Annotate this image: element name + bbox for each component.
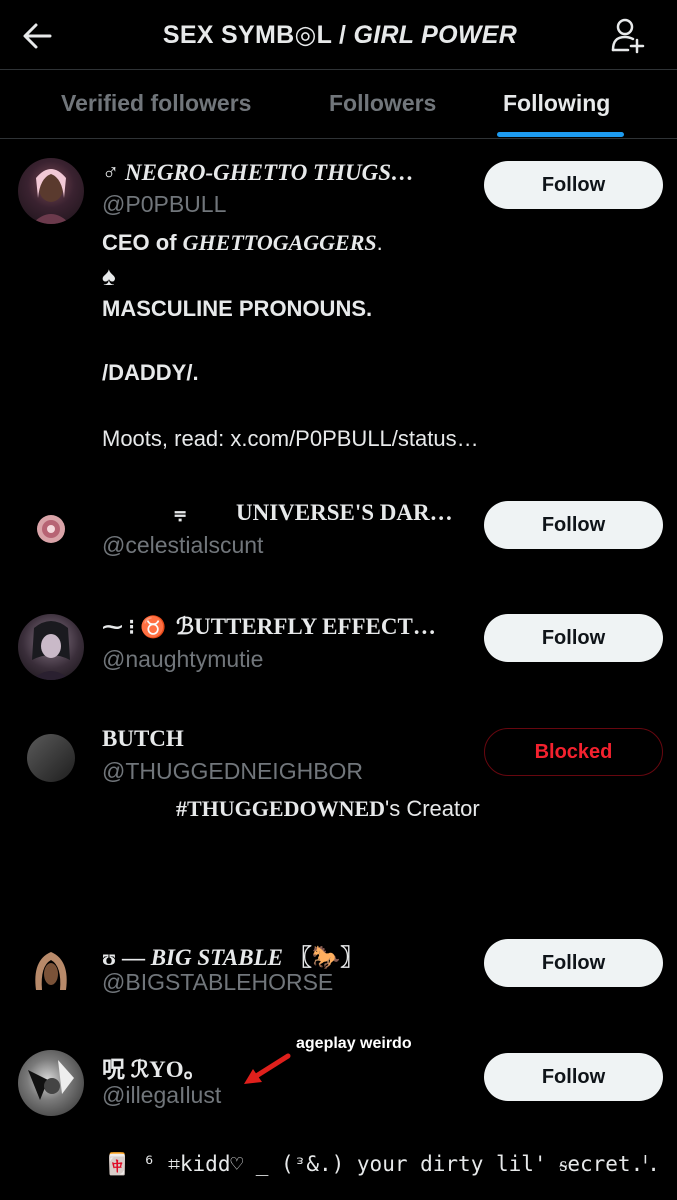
name-prefix: ʊ — (102, 945, 151, 970)
user-handle[interactable]: @BIGSTABLEHORSE (102, 969, 333, 996)
title-separator: / (331, 21, 354, 49)
annotation-arrow-icon (244, 1053, 291, 1084)
bio-text: CEO of (102, 230, 183, 255)
avatar[interactable] (27, 734, 75, 782)
bio-line: /DADDY/. (102, 360, 199, 385)
follow-button[interactable]: Follow (484, 614, 663, 662)
user-handle[interactable]: @celestialscunt (102, 532, 263, 559)
bio-line: MASCULINE PRONOUNS. (102, 296, 373, 321)
active-tab-indicator (497, 132, 624, 137)
tab-followers[interactable]: Followers (329, 90, 436, 117)
user-display-name[interactable]: ʊ — BIG STABLE 〖🐎〗 (102, 938, 363, 972)
tabs-divider (0, 138, 677, 139)
name-suffix: 〖🐎〗 (283, 945, 364, 970)
bio-text: . (376, 230, 383, 255)
user-display-name[interactable]: UNIVERSE'S DAR… (236, 500, 453, 526)
page-title: SEX SYMB◎L / GIRL POWER (110, 20, 570, 50)
annotation-label: ageplay weirdo (296, 1035, 412, 1052)
bio-text: 's Creator (385, 796, 480, 821)
add-user-icon[interactable] (608, 16, 648, 56)
bio-company[interactable]: GHETTOGAGGERS (183, 230, 377, 255)
follow-button[interactable]: Follow (484, 501, 663, 549)
user-display-name[interactable]: ♂ NEGRO-GHETTO THUGS… (102, 160, 414, 186)
bio-link[interactable]: Moots, read: x.com/P0PBULL/status… (102, 426, 479, 452)
name-main: BIG STABLE (150, 945, 283, 970)
avatar[interactable] (18, 496, 84, 562)
follow-button[interactable]: Follow (484, 1053, 663, 1101)
tab-bar: Verified followers Followers Following (0, 70, 677, 138)
user-display-name-prefix: ⩦ (174, 500, 187, 524)
user-display-name[interactable]: BUTCH (102, 726, 184, 752)
user-display-name-prefix: ⁓ ⁝ ♉ (102, 615, 167, 639)
back-arrow-icon[interactable] (18, 18, 58, 54)
follow-button[interactable]: Follow (484, 939, 663, 987)
bio-line: #THUGGEDOWNED's Creator (176, 796, 480, 822)
tab-following[interactable]: Following (503, 90, 610, 117)
user-handle[interactable]: @P0PBULL (102, 191, 226, 218)
avatar[interactable] (18, 1050, 84, 1116)
title-part-1: SEX SYMB◎L (162, 21, 332, 49)
bio-hashtag[interactable]: #THUGGEDOWNED (176, 796, 385, 821)
avatar[interactable] (18, 614, 84, 680)
bio-line: 🀄 ⁶ ⌗kidd♡ ̲ (ᵌ&.) your dirty lil' ᵴecre… (104, 1152, 660, 1176)
avatar[interactable] (18, 158, 84, 224)
spade-icon: ♠ (102, 261, 116, 291)
bio-line: CEO of GHETTOGAGGERS. (102, 230, 383, 256)
user-display-name[interactable]: ℬUTTERFLY EFFECT… (176, 614, 436, 640)
follow-button[interactable]: Follow (484, 161, 663, 209)
user-handle[interactable]: @naughtymutie (102, 646, 263, 673)
top-bar: SEX SYMB◎L / GIRL POWER (0, 0, 677, 70)
user-display-name[interactable]: 呪 ℛYO。 (102, 1050, 207, 1084)
user-handle[interactable]: @illegaIlust (102, 1082, 221, 1109)
blocked-button[interactable]: Blocked (484, 728, 663, 776)
title-part-2: GIRL POWER (353, 21, 518, 49)
user-handle[interactable]: @THUGGEDNEIGHBOR (102, 758, 363, 785)
tab-verified-followers[interactable]: Verified followers (61, 90, 251, 117)
avatar[interactable] (18, 940, 84, 1006)
